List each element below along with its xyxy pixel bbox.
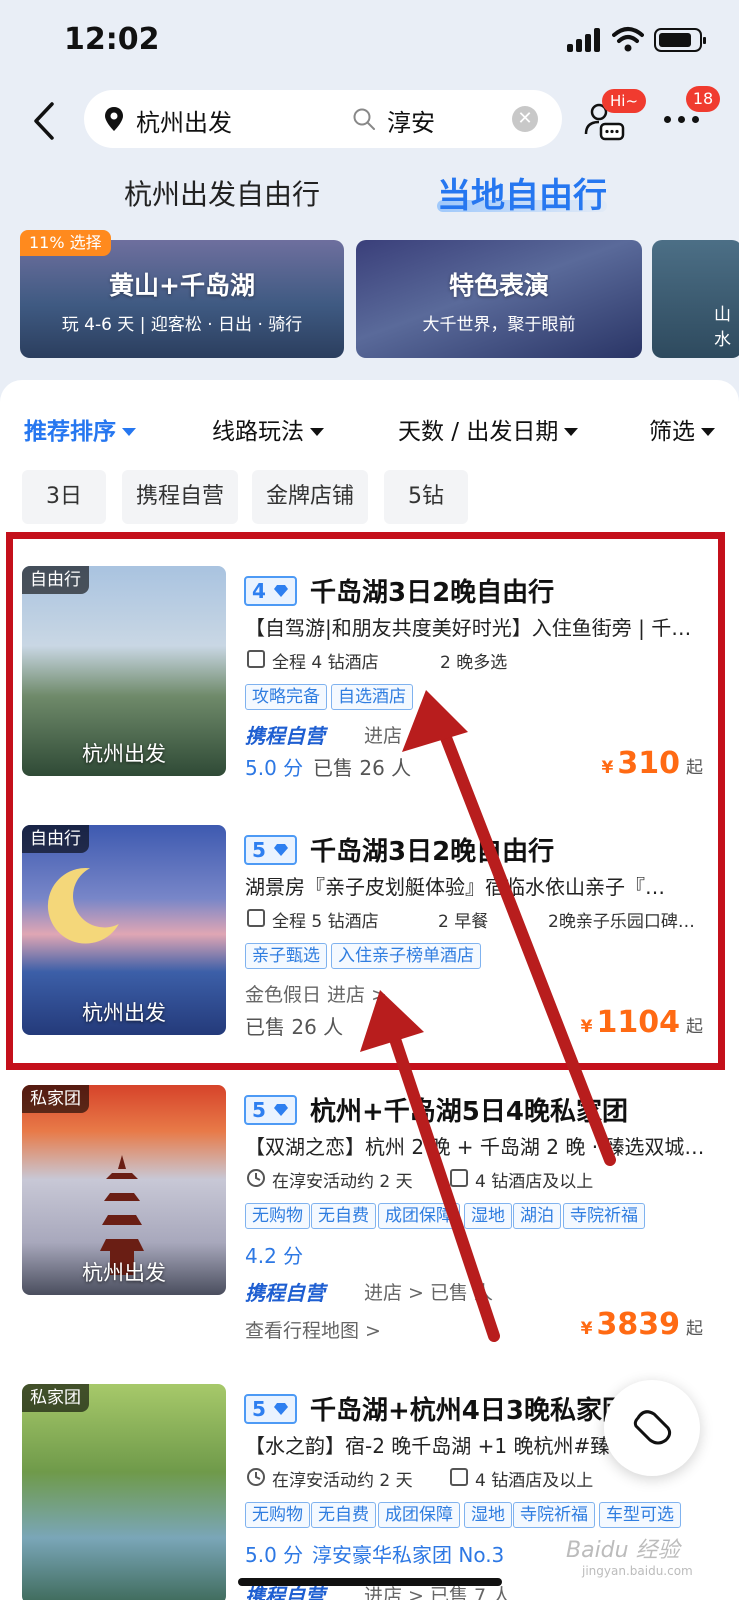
caret-down-icon	[310, 428, 324, 436]
caret-down-icon	[701, 428, 715, 436]
price: ¥3839 起	[580, 1307, 703, 1342]
diamond-icon	[274, 1104, 288, 1116]
status-time: 12:02	[64, 22, 160, 57]
product-title: 千岛湖+杭州4日3晚私家团	[310, 1396, 628, 1426]
caret-down-icon	[564, 428, 579, 436]
feature-tag: 无自费	[311, 1203, 376, 1229]
search-bar[interactable]: 杭州出发 淳安 ✕	[84, 90, 562, 148]
feature-tag: 湿地	[464, 1203, 512, 1229]
banner-title: 特色表演	[448, 271, 549, 300]
feature-tag: 湖泊	[513, 1203, 561, 1229]
chip-3-days[interactable]: 3日	[22, 470, 106, 524]
feature-tag: 寺院祈福	[563, 1203, 645, 1229]
feature-tag: 无购物	[245, 1203, 310, 1229]
hi-badge: Hi~	[602, 89, 647, 113]
chip-gold-store[interactable]: 金牌店铺	[252, 470, 368, 524]
diamond-rating: 5	[244, 1095, 297, 1125]
feedback-button[interactable]	[604, 1380, 700, 1476]
activity-info: 在淳安活动约 2 天	[272, 1471, 413, 1491]
tab-local-free-travel[interactable]: 当地自由行	[437, 168, 607, 217]
caret-down-icon	[122, 428, 136, 436]
filter-days-date[interactable]: 天数 / 出发日期	[398, 412, 579, 446]
shop-name[interactable]: 淳安豪华私家团 No.3	[312, 1539, 504, 1568]
diamond-rating: 5	[244, 1394, 297, 1424]
rating-score: 4.2 分	[245, 1244, 304, 1268]
hotel-info: 4 钻酒店及以上	[475, 1172, 594, 1192]
watermark: Baidu 经验	[566, 1538, 680, 1563]
activity-info: 在淳安活动约 2 天	[272, 1172, 413, 1192]
departure-caption: 杭州出发	[82, 1261, 166, 1285]
feature-tag: 湿地	[464, 1502, 512, 1528]
hotel-icon	[450, 1169, 468, 1187]
hotel-icon	[450, 1468, 468, 1486]
product-type-tag: 私家团	[22, 1384, 89, 1412]
banner-title: 黄山+千岛湖	[109, 271, 255, 300]
banner-percent-tag: 11% 选择	[20, 230, 111, 256]
filter-route[interactable]: 线路玩法	[212, 412, 324, 446]
feature-tag: 车型可选	[599, 1502, 681, 1528]
signal-icon	[567, 28, 605, 52]
product-type-tag: 私家团	[22, 1085, 89, 1113]
filter-more-label: 筛选	[649, 419, 695, 445]
product-desc: 【双湖之恋】杭州 2 晚 + 千岛湖 2 晚 · 臻选双城…	[245, 1135, 705, 1159]
clock-icon	[247, 1468, 265, 1486]
store-link[interactable]: 进店 > 已售 人	[364, 1278, 493, 1305]
chip-ctrip-self-run[interactable]: 携程自营	[122, 470, 238, 524]
banner-shows[interactable]: 特色表演 大千世界，聚于眼前	[356, 240, 642, 358]
product-desc: 【水之韵】宿-2 晚千岛湖 +1 晚杭州#臻…	[245, 1434, 631, 1458]
product-title: 杭州+千岛湖5日4晚私家团	[310, 1097, 628, 1127]
hand-icon	[633, 1410, 672, 1445]
chip-5-diamond[interactable]: 5钻	[384, 470, 468, 524]
filter-more[interactable]: 筛选	[649, 412, 715, 446]
banner-huangshan[interactable]: 黄山+千岛湖 玩 4-6 天 | 迎客松 · 日出 · 骑行	[20, 240, 344, 358]
banner-subtitle: 大千世界，聚于眼前	[422, 315, 576, 335]
notification-badge: 18	[686, 86, 720, 112]
home-indicator	[238, 1578, 502, 1586]
watermark-url: jingyan.baidu.com	[582, 1564, 693, 1578]
product-image: 私家团	[22, 1384, 226, 1600]
feature-tag: 成团保障	[378, 1502, 460, 1528]
filter-route-label: 线路玩法	[212, 419, 304, 445]
filter-days-label: 天数 / 出发日期	[398, 419, 559, 445]
rating-score: 5.0 分	[245, 1543, 304, 1567]
departure-city[interactable]: 杭州出发	[136, 103, 232, 138]
hotel-info: 4 钻酒店及以上	[475, 1471, 594, 1491]
clear-icon[interactable]: ✕	[512, 106, 538, 132]
wifi-icon	[612, 27, 644, 52]
feature-tag: 寺院祈福	[513, 1502, 595, 1528]
location-pin-icon	[105, 107, 123, 131]
ctrip-self-run-badge: 携程自营	[245, 1281, 325, 1305]
diamond-icon	[274, 1403, 288, 1415]
clock-icon	[247, 1169, 265, 1187]
status-bar: 12:02	[0, 0, 739, 80]
feature-tag: 无购物	[245, 1502, 310, 1528]
battery-icon	[654, 28, 706, 52]
search-icon	[353, 108, 375, 130]
tab-hangzhou-free-travel[interactable]: 杭州出发自由行	[124, 173, 320, 213]
search-input[interactable]: 淳安	[387, 103, 435, 138]
feature-tag: 无自费	[311, 1502, 376, 1528]
banner-subtitle: 山水	[714, 305, 731, 350]
banner-subtitle: 玩 4-6 天 | 迎客松 · 日出 · 骑行	[61, 315, 303, 335]
feature-tag: 成团保障	[378, 1203, 460, 1229]
view-route-map-link[interactable]: 查看行程地图 >	[245, 1316, 381, 1343]
banner-landscape[interactable]: 山水	[652, 240, 739, 358]
filter-sort[interactable]: 推荐排序	[24, 412, 136, 446]
product-image: 私家团 杭州出发	[22, 1085, 226, 1295]
filter-sort-label: 推荐排序	[24, 419, 116, 445]
highlight-box	[6, 532, 725, 1070]
back-button[interactable]	[26, 96, 66, 146]
